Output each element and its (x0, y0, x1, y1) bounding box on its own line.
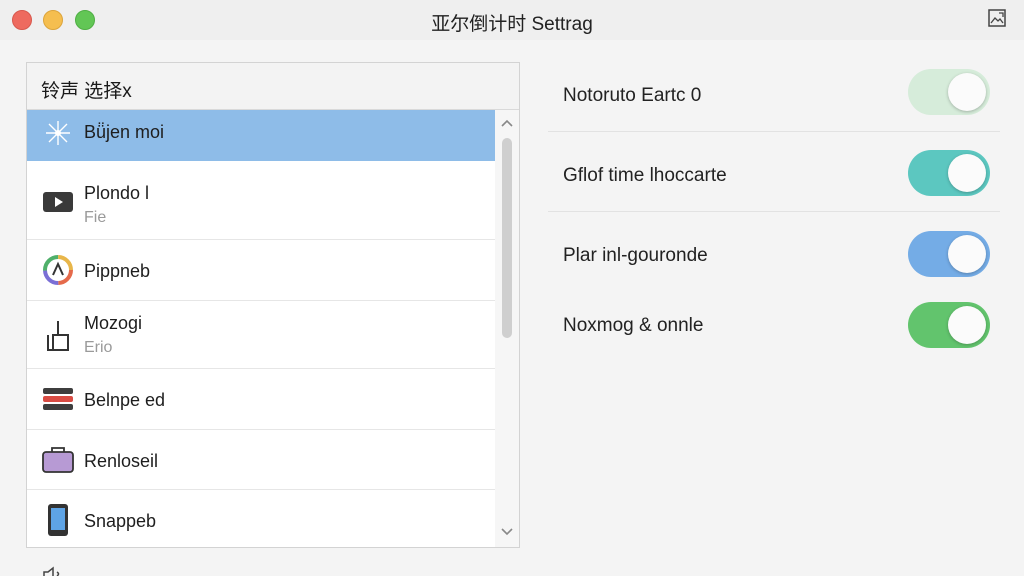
sparkle-icon (46, 121, 70, 145)
setting-toggle[interactable] (908, 302, 990, 348)
item-name: Bü̈jen moi (84, 122, 165, 142)
briefcase-icon (42, 447, 74, 473)
item-name: Belnpe ed (84, 390, 166, 410)
color-wheel-icon (43, 255, 73, 285)
list-item[interactable]: Mozogi Erio (27, 301, 495, 369)
scroll-thumb[interactable] (502, 138, 512, 338)
setting-label: Gflof time lhoccarte (563, 165, 727, 186)
toggle-knob (948, 73, 986, 111)
picture-icon[interactable] (988, 9, 1006, 27)
setting-label: Noxmog & onnle (563, 315, 704, 336)
toggle-knob (948, 154, 986, 192)
setting-label: Notoruto Eartc 0 (563, 85, 702, 106)
chevron-down-icon[interactable] (500, 527, 514, 537)
setting-row: Notoruto Eartc 0 (548, 52, 1000, 132)
stack-icon (43, 388, 73, 410)
setting-label: Plar inl-gouronde (563, 245, 708, 266)
item-name: Plondo l (84, 183, 150, 203)
setting-toggle[interactable] (908, 69, 990, 115)
list-item[interactable]: Renloseil (27, 430, 495, 490)
setting-toggle[interactable] (908, 150, 990, 196)
setting-toggle[interactable] (908, 231, 990, 277)
item-name: Pippneb (84, 261, 151, 281)
item-name: Snappeb (84, 511, 157, 531)
chevron-up-icon[interactable] (500, 118, 514, 128)
antenna-icon (47, 321, 69, 351)
list-item[interactable]: Bü̈jen moi (27, 110, 495, 161)
setting-row: Plar inl-gouronde (548, 212, 1000, 292)
panel-header: 铃声 选择x (27, 63, 519, 110)
toggle-knob (948, 235, 986, 273)
item-name: Renloseil (84, 451, 159, 471)
title-bar: 亚尔倒计时 Settrag (0, 0, 1024, 40)
item-name: Mozogi (84, 313, 143, 333)
phone-icon (48, 504, 68, 536)
list-item[interactable]: Belnpe ed (27, 369, 495, 430)
app-window: 亚尔倒计时 Settrag 铃声 选择x Bü̈jen moi Plondo l… (0, 0, 1024, 576)
list-scrollbar[interactable] (495, 110, 519, 547)
setting-row: Gflof time lhoccarte (548, 132, 1000, 212)
item-subtitle: Fie (84, 209, 107, 226)
ringtone-panel: 铃声 选择x Bü̈jen moi Plondo l Fie Pippneb M… (26, 62, 520, 548)
video-play-icon (43, 192, 73, 212)
window-title: 亚尔倒计时 Settrag (431, 14, 593, 35)
ringtone-list: Bü̈jen moi Plondo l Fie Pippneb Mozogi E… (27, 110, 495, 547)
list-item[interactable]: Plondo l Fie (27, 161, 495, 240)
panel-title: 铃声 选择x (41, 81, 132, 102)
list-item[interactable]: Snappeb (27, 490, 495, 547)
toggle-knob (948, 306, 986, 344)
item-subtitle: Erio (84, 339, 113, 356)
speaker-icon[interactable] (42, 566, 68, 576)
list-item[interactable]: Pippneb (27, 240, 495, 301)
setting-row: Noxmog & onnle (548, 282, 1000, 362)
